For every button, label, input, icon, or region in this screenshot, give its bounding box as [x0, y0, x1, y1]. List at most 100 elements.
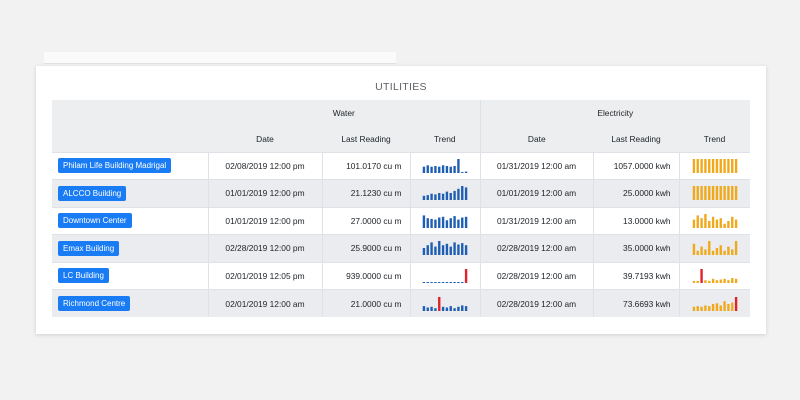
electricity-reading-cell: 39.7193 kwh: [592, 261, 680, 290]
sparkline-bar: [719, 217, 722, 228]
sparkline-bar: [434, 307, 437, 311]
sparkline-bar: [719, 186, 722, 201]
electricity-trend-cell: [678, 206, 751, 235]
sparkline-bar: [461, 281, 464, 283]
sparkline-bar: [696, 305, 699, 311]
water-trend-sparkline[interactable]: [422, 268, 468, 283]
sparkline-bar: [692, 244, 695, 256]
sparkline-bar: [704, 279, 707, 283]
building-link-button[interactable]: Philam Life Building Madrigal: [58, 158, 172, 174]
column-header-row: Date Last Reading Trend Date Last Readin…: [52, 126, 751, 152]
sparkline-bar: [438, 193, 441, 201]
water-trend-cell: [409, 179, 481, 207]
sparkline-bar: [723, 278, 726, 283]
sparkline-bar: [457, 219, 460, 228]
water-trend-cell: [409, 151, 481, 180]
electricity-trend-sparkline[interactable]: [692, 268, 738, 283]
utilities-table: Water Electricity Date Last Reading Tren…: [52, 100, 751, 317]
table-row[interactable]: Downtown Center 01/01/2019 12:00 pm 27.000…: [52, 206, 751, 235]
sparkline-bar: [449, 166, 452, 173]
sparkline-bar: [734, 241, 738, 256]
water-date-cell: 01/01/2019 12:00 pm: [207, 179, 322, 207]
electricity-group-header: Electricity: [479, 100, 751, 126]
sparkline-bar: [434, 194, 437, 201]
sparkline-bar: [453, 281, 456, 283]
water-reading-cell: 21.1230 cu m: [321, 179, 410, 207]
table-row[interactable]: Emax Building 02/28/2019 12:00 pm 25.9000 …: [52, 234, 751, 262]
water-trend-sparkline[interactable]: [422, 214, 468, 228]
sparkline-bar: [719, 279, 722, 283]
building-link-button[interactable]: LC Building: [58, 268, 109, 284]
water-reading-cell: 25.9000 cu m: [321, 234, 410, 262]
sparkline-bar: [727, 279, 730, 283]
building-link-button[interactable]: Downtown Center: [58, 213, 132, 229]
building-cell: Downtown Center: [52, 206, 208, 235]
electricity-date-cell: 01/01/2019 12:00 am: [479, 179, 594, 207]
sparkline-bar: [707, 158, 711, 173]
water-trend-cell: [409, 289, 481, 317]
sparkline-bar: [711, 186, 715, 201]
sparkline-bar: [715, 186, 718, 201]
table-row[interactable]: LC Building 02/01/2019 12:05 pm 939.0000 c…: [52, 261, 751, 290]
electricity-reading-cell: 13.0000 kwh: [592, 206, 680, 235]
sparkline-bar: [700, 246, 703, 256]
sparkline-bar: [426, 217, 429, 228]
sparkline-bar: [715, 158, 718, 173]
electricity-trend-cell: [678, 151, 751, 180]
table-row[interactable]: Richmond Centre 02/01/2019 12:00 am 21.000…: [52, 289, 751, 317]
sparkline-bar: [711, 158, 715, 173]
sparkline-bar: [730, 216, 734, 228]
building-link-button[interactable]: Emax Building: [58, 240, 120, 256]
sparkline-bar: [715, 302, 718, 311]
building-cell: ALCCO Building: [52, 179, 208, 207]
sparkline-bar: [461, 304, 464, 311]
sparkline-bar: [457, 281, 460, 283]
electricity-reading-cell: 1057.0000 kwh: [592, 151, 680, 180]
sparkline-bar: [461, 217, 464, 228]
utilities-card: UTILITIES Water Electricity Date Last Re…: [36, 66, 766, 334]
sparkline-bar: [426, 195, 429, 201]
sparkline-bar: [457, 189, 460, 201]
building-cell: LC Building: [52, 261, 208, 290]
water-trend-sparkline[interactable]: [422, 186, 468, 201]
sparkline-bar: [727, 220, 730, 228]
electricity-reading-cell: 73.6693 kwh: [592, 289, 680, 317]
sparkline-bar: [723, 223, 726, 228]
sparkline-bar: [422, 281, 426, 283]
sparkline-bar: [464, 268, 468, 283]
background-card: [44, 52, 396, 64]
building-link-button[interactable]: Richmond Centre: [58, 296, 131, 311]
sparkline-bar: [430, 166, 433, 173]
water-date-header[interactable]: Date: [208, 126, 322, 152]
electricity-trend-sparkline[interactable]: [692, 158, 738, 173]
sparkline-bar: [734, 219, 738, 228]
building-link-button[interactable]: ALCCO Building: [58, 185, 127, 201]
water-trend-sparkline[interactable]: [422, 241, 468, 256]
electricity-trend-sparkline[interactable]: [692, 296, 738, 311]
table-row[interactable]: Philam Life Building Madrigal 02/08/2019 …: [52, 151, 751, 180]
sparkline-bar: [715, 248, 718, 256]
sparkline-bar: [730, 158, 734, 173]
sparkline-bar: [464, 245, 468, 256]
sparkline-bar: [711, 251, 715, 256]
electricity-trend-sparkline[interactable]: [692, 241, 738, 256]
water-trend-sparkline[interactable]: [422, 158, 468, 173]
sparkline-bar: [457, 244, 460, 256]
sparkline-bar: [426, 245, 429, 256]
water-reading-header[interactable]: Last Reading: [322, 126, 410, 152]
electricity-trend-sparkline[interactable]: [692, 213, 738, 228]
sparkline-bar: [730, 186, 734, 201]
electricity-trend-header: Trend: [679, 126, 751, 152]
sparkline-bar: [438, 166, 441, 173]
sparkline-bar: [707, 305, 711, 311]
table-row[interactable]: ALCCO Building 01/01/2019 12:00 pm 21.1230…: [52, 179, 751, 207]
sparkline-bar: [707, 220, 711, 228]
sparkline-bar: [700, 306, 703, 311]
water-trend-sparkline[interactable]: [422, 296, 468, 311]
electricity-trend-sparkline[interactable]: [692, 186, 738, 201]
electricity-reading-header[interactable]: Last Reading: [593, 126, 680, 152]
electricity-date-header[interactable]: Date: [479, 126, 594, 152]
sparkline-bar: [445, 220, 449, 228]
sparkline-bar: [449, 246, 452, 256]
electricity-trend-cell: [678, 179, 751, 207]
